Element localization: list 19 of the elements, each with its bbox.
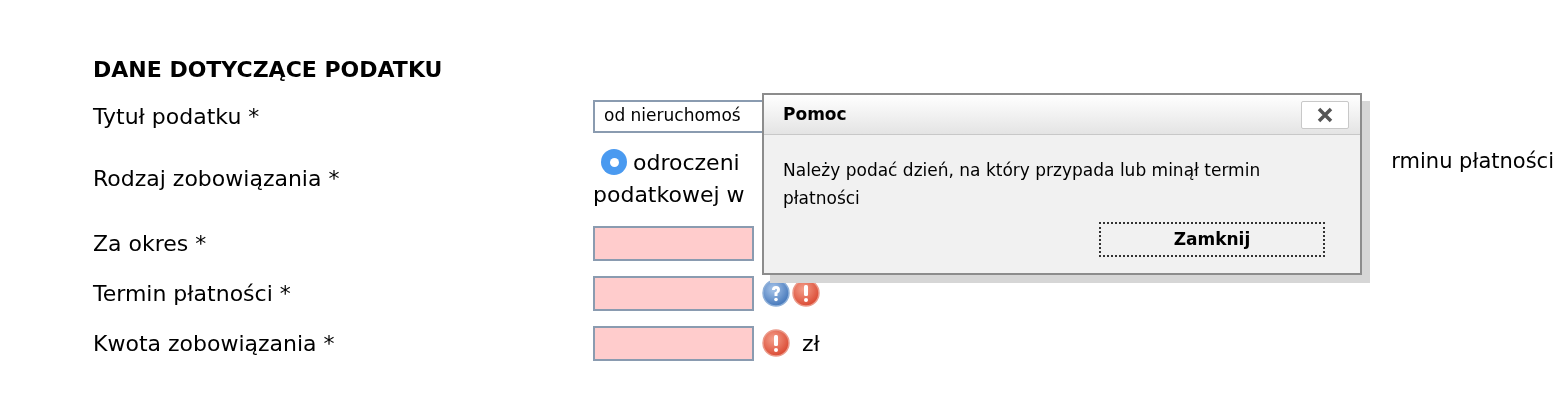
field-label: Tytuł podatku * [93, 102, 261, 131]
field-label: Kwota zobowiązania * [93, 329, 336, 358]
radio-label: podatkowej w [593, 181, 745, 209]
radio-label: rminu płatności [1391, 148, 1554, 176]
section-title: DANE DOTYCZĄCE PODATKU [93, 56, 443, 84]
text-field[interactable] [593, 325, 754, 361]
dialog-title: Pomoc [783, 102, 847, 126]
field-label: Za okres * [93, 229, 208, 258]
text-field[interactable] [593, 225, 754, 261]
radio-label: odroczeni [633, 148, 740, 177]
close-button[interactable] [1301, 100, 1349, 129]
close-icon [1317, 106, 1333, 123]
field-label: Rodzaj zobowiązania * [93, 164, 341, 193]
unit-label: zł [802, 329, 820, 358]
close-dialog-button[interactable]: Zamknij [1099, 222, 1325, 257]
dialog-message: Należy podać dzień, na który przypada lub minął termin płatności [782, 159, 1262, 210]
radio-button[interactable] [601, 149, 627, 175]
text-field[interactable] [593, 275, 754, 311]
field-label: Termin płatności * [93, 279, 292, 308]
